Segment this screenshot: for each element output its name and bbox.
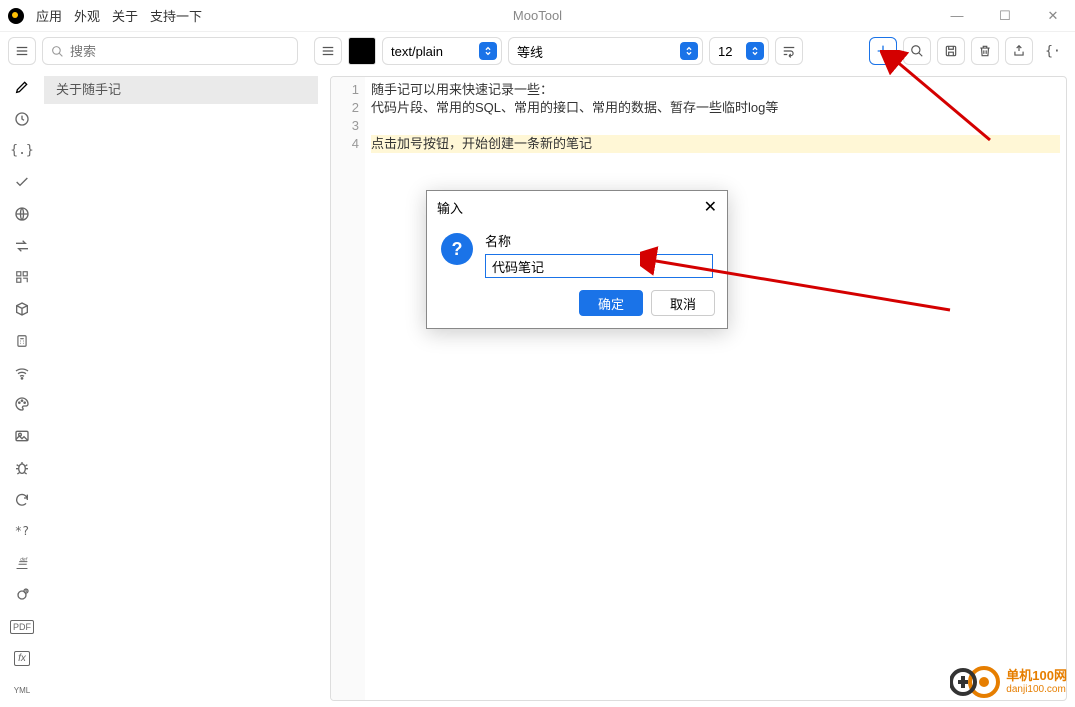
calc-icon[interactable] <box>6 330 38 352</box>
globe-icon[interactable] <box>6 203 38 225</box>
plus-icon <box>875 43 891 59</box>
hamburger-icon <box>321 44 335 58</box>
line-gutter: 1 2 3 4 <box>331 77 365 700</box>
yaml-icon[interactable]: YML <box>6 679 38 701</box>
wifi-icon[interactable] <box>6 362 38 384</box>
image-icon[interactable] <box>6 425 38 447</box>
watermark-brand: 单机100网 <box>1006 669 1067 683</box>
code-line <box>371 117 1060 135</box>
line-number: 3 <box>331 117 359 135</box>
line-number: 4 <box>331 135 359 153</box>
line-number: 2 <box>331 99 359 117</box>
code-area[interactable]: 随手记可以用来快速记录一些： 代码片段、常用的SQL、常用的接口、常用的数据、暂… <box>365 77 1066 700</box>
type-select[interactable]: text/plain <box>382 37 502 65</box>
palette-icon[interactable] <box>6 394 38 416</box>
add-note-button[interactable] <box>869 37 897 65</box>
search-icon <box>910 44 924 58</box>
menu-about[interactable]: 关于 <box>112 6 138 25</box>
share-icon <box>1012 44 1026 58</box>
menu-app[interactable]: 应用 <box>36 6 62 25</box>
font-select-value: 等线 <box>517 42 543 61</box>
dialog-title: 输入 <box>437 198 463 217</box>
refresh-icon[interactable] <box>6 489 38 511</box>
hamburger-icon <box>15 44 29 58</box>
extra-button[interactable]: {· <box>1039 37 1067 65</box>
cube-icon[interactable] <box>6 298 38 320</box>
dialog-close-button[interactable]: ✕ <box>704 197 717 217</box>
field-label: 名称 <box>485 231 713 250</box>
minimize-button[interactable]: — <box>943 8 971 24</box>
check-icon[interactable] <box>6 171 38 193</box>
app-logo-icon <box>8 8 24 24</box>
pdf-icon[interactable]: PDF <box>6 616 38 638</box>
chevron-updown-icon <box>479 42 497 60</box>
menu-toggle-button[interactable] <box>8 37 36 65</box>
bracket-icon: {· <box>1045 44 1061 59</box>
code-line: 点击加号按钮，开始创建一条新的笔记 <box>371 135 1060 153</box>
transfer-icon[interactable] <box>6 235 38 257</box>
menu-support[interactable]: 支持一下 <box>150 6 202 25</box>
save-button[interactable] <box>937 37 965 65</box>
watermark-logo-icon <box>950 665 1000 699</box>
question-icon: ? <box>441 233 473 265</box>
list-item[interactable]: 关于随手记 <box>44 76 318 104</box>
input-dialog: 输入 ✕ ? 名称 确定 取消 <box>426 190 728 329</box>
watermark: 单机100网 danji100.com <box>950 665 1067 699</box>
font-select[interactable]: 等线 <box>508 37 703 65</box>
chevron-updown-icon <box>746 42 764 60</box>
search-field[interactable] <box>70 44 289 59</box>
maximize-button[interactable]: ☐ <box>991 8 1019 24</box>
code-editor[interactable]: 1 2 3 4 随手记可以用来快速记录一些： 代码片段、常用的SQL、常用的接口… <box>330 76 1067 701</box>
search-input[interactable] <box>42 37 298 65</box>
code-line: 代码片段、常用的SQL、常用的接口、常用的数据、暂存一些临时log等 <box>371 99 1060 117</box>
find-button[interactable] <box>903 37 931 65</box>
line-number: 1 <box>331 81 359 99</box>
ok-button[interactable]: 确定 <box>579 290 643 316</box>
wrap-button[interactable] <box>775 37 803 65</box>
type-select-value: text/plain <box>391 44 443 59</box>
title-bar: 应用 外观 关于 支持一下 MooTool — ☐ ✕ <box>0 0 1075 32</box>
qrcode-icon[interactable] <box>6 267 38 289</box>
regex-icon[interactable]: *? <box>6 521 38 543</box>
search-icon <box>51 45 64 58</box>
menu-appearance[interactable]: 外观 <box>74 6 100 25</box>
code-line: 随手记可以用来快速记录一些： <box>371 81 1060 99</box>
name-input[interactable] <box>485 254 713 278</box>
close-button[interactable]: ✕ <box>1039 8 1067 24</box>
bug-icon[interactable] <box>6 457 38 479</box>
save-icon <box>944 44 958 58</box>
fx-icon[interactable]: fx <box>6 648 38 670</box>
size-select[interactable]: 12 <box>709 37 769 65</box>
app-title: MooTool <box>513 8 562 23</box>
java-icon[interactable]: ≝ <box>6 552 38 574</box>
size-select-value: 12 <box>718 44 732 59</box>
cancel-button[interactable]: 取消 <box>651 290 715 316</box>
pencil-icon[interactable] <box>6 76 38 98</box>
braces-icon[interactable]: {.} <box>6 140 38 162</box>
tool-sidebar: {.} *? ≝ PDF fx YML <box>0 70 44 707</box>
trash-icon <box>978 44 992 58</box>
cron-icon[interactable] <box>6 584 38 606</box>
color-swatch[interactable] <box>348 37 376 65</box>
note-list-panel: 关于随手记 <box>44 70 318 707</box>
chevron-updown-icon <box>680 42 698 60</box>
delete-button[interactable] <box>971 37 999 65</box>
wrap-icon <box>782 44 796 58</box>
editor-menu-button[interactable] <box>314 37 342 65</box>
export-button[interactable] <box>1005 37 1033 65</box>
watermark-url: danji100.com <box>1006 684 1067 695</box>
clock-icon[interactable] <box>6 108 38 130</box>
toolbar: text/plain 等线 12 {· <box>0 32 1075 70</box>
